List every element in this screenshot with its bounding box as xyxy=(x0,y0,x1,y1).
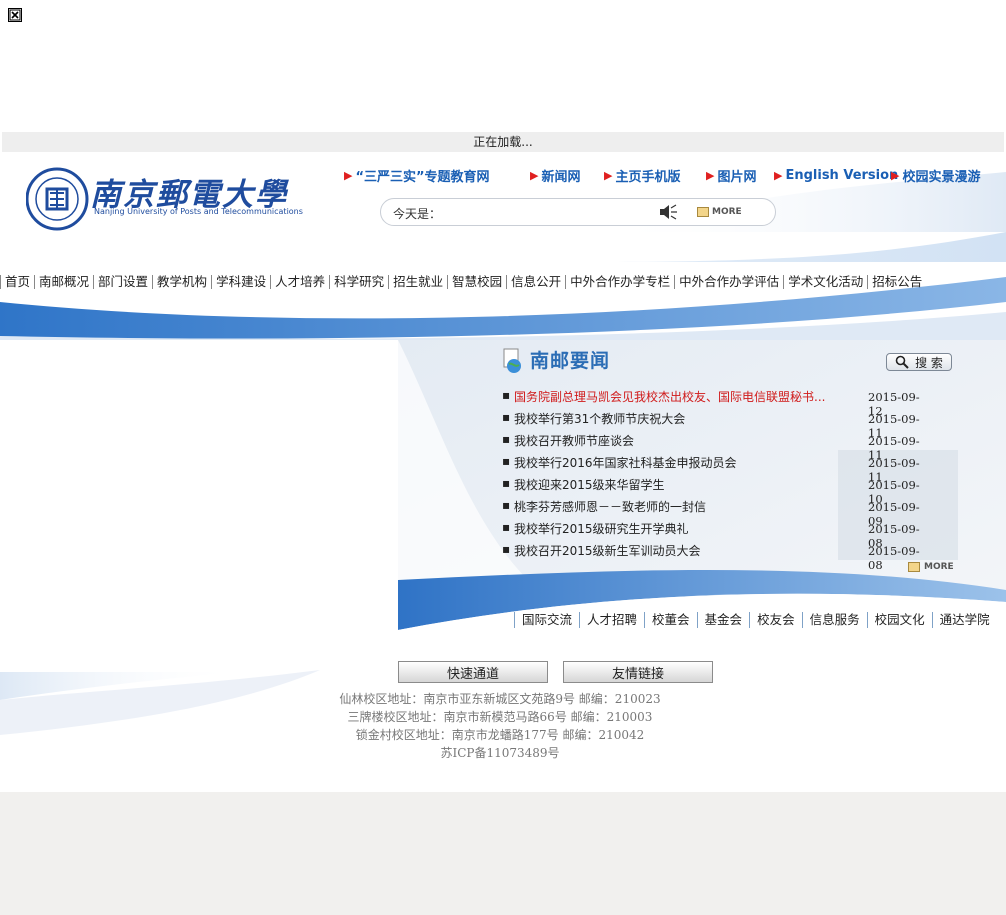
news-item[interactable]: ▪ 我校迎来2015级来华留学生 2015-09-10 xyxy=(502,476,932,506)
nav-info-disclosure[interactable]: 信息公开 xyxy=(506,275,565,289)
news-item[interactable]: ▪ 国务院副总理马凯会见我校杰出校友、国际电信联盟秘书... 2015-09-12 xyxy=(502,388,932,418)
news-item[interactable]: ▪ 我校举行2016年国家社科基金申报动员会 2015-09-11 xyxy=(502,454,932,484)
icp-number[interactable]: 苏ICP备11073489号 xyxy=(300,744,700,761)
quick-links-bar: 国际交流 人才招聘 校董会 基金会 校友会 信息服务 校园文化 通达学院 xyxy=(514,612,997,628)
friend-links-button[interactable]: 友情链接 xyxy=(563,661,713,683)
link-recruitment[interactable]: 人才招聘 xyxy=(579,612,644,628)
nav-talent-training[interactable]: 人才培养 xyxy=(270,275,329,289)
link-tongda-college[interactable]: 通达学院 xyxy=(931,612,997,628)
loading-indicator: 正在加载... xyxy=(2,132,1004,152)
speaker-icon[interactable] xyxy=(658,204,678,223)
nav-joint-program-evaluation[interactable]: 中外合作办学评估 xyxy=(674,275,783,289)
link-alumni[interactable]: 校友会 xyxy=(749,612,802,628)
top-link-special-education[interactable]: ▶ “三严三实”专题教育网 xyxy=(344,166,490,185)
news-item[interactable]: ▪ 我校举行2015级研究生开学典礼 2015-09-08 xyxy=(502,520,932,550)
nav-research[interactable]: 科学研究 xyxy=(329,275,388,289)
broken-image-icon xyxy=(8,8,22,22)
address-xianlin: 仙林校区地址：南京市亚东新城区文苑路9号 邮编：210023 xyxy=(339,692,661,706)
link-info-service[interactable]: 信息服务 xyxy=(801,612,867,628)
main-nav: 首页 南邮概况 部门设置 教学机构 学科建设 人才培养 科学研究 招生就业 智慧… xyxy=(0,272,926,292)
news-item[interactable]: ▪ 我校召开2015级新生军训动员大会 2015-09-08 xyxy=(502,542,932,572)
page-bottom-background xyxy=(0,792,1006,915)
top-link-campus-tour[interactable]: ▶ 校园实景漫游 xyxy=(891,166,980,185)
news-section-title: 南邮要闻 xyxy=(530,350,611,372)
link-international[interactable]: 国际交流 xyxy=(514,612,579,628)
link-campus-culture[interactable]: 校园文化 xyxy=(866,612,932,628)
triangle-icon: ▶ xyxy=(706,168,715,182)
nav-home[interactable]: 首页 xyxy=(0,275,34,289)
more-badge-icon xyxy=(697,207,709,217)
date-more-link[interactable]: MORE xyxy=(697,207,742,217)
university-logo[interactable]: 南京郵電大學 Nanjing University of Posts and T… xyxy=(25,167,303,233)
nav-about[interactable]: 南邮概况 xyxy=(34,275,93,289)
nav-disciplines[interactable]: 学科建设 xyxy=(211,275,270,289)
news-item[interactable]: ▪ 我校举行第31个教师节庆祝大会 2015-09-11 xyxy=(502,410,932,440)
triangle-icon: ▶ xyxy=(774,168,783,182)
top-link-news-site[interactable]: ▶ 新闻网 xyxy=(530,166,580,185)
address-sanpailou: 三牌楼校区地址：南京市新模范马路66号 邮编：210003 xyxy=(347,710,653,724)
triangle-icon: ▶ xyxy=(604,168,613,182)
nav-joint-program[interactable]: 中外合作办学专栏 xyxy=(565,275,674,289)
news-item[interactable]: ▪ 桃李芬芳感师恩－－致老师的一封信 2015-09-09 xyxy=(502,498,932,528)
triangle-icon: ▶ xyxy=(530,168,539,182)
nav-smart-campus[interactable]: 智慧校园 xyxy=(447,275,506,289)
news-more-link[interactable]: MORE xyxy=(908,562,954,572)
top-link-english-version[interactable]: ▶ English Version xyxy=(774,166,898,184)
news-search-button[interactable]: 搜 索 xyxy=(886,353,952,371)
quick-access-button[interactable]: 快速通道 xyxy=(398,661,548,683)
nav-teaching-units[interactable]: 教学机构 xyxy=(152,275,211,289)
logo-english-name: Nanjing University of Posts and Telecomm… xyxy=(94,207,303,216)
more-badge-icon xyxy=(908,562,920,572)
top-link-mobile-version[interactable]: ▶ 主页手机版 xyxy=(604,166,680,185)
nav-admissions[interactable]: 招生就业 xyxy=(388,275,447,289)
link-board[interactable]: 校董会 xyxy=(644,612,697,628)
nav-tender-notice[interactable]: 招标公告 xyxy=(867,275,926,289)
triangle-icon: ▶ xyxy=(891,168,900,182)
link-foundation[interactable]: 基金会 xyxy=(696,612,750,628)
top-link-photo-site[interactable]: ▶ 图片网 xyxy=(706,166,756,185)
news-globe-icon xyxy=(502,348,524,377)
news-item[interactable]: ▪ 我校召开教师节座谈会 2015-09-11 xyxy=(502,432,932,462)
triangle-icon: ▶ xyxy=(344,168,353,182)
address-suojincun: 锁金村校区地址：南京市龙蟠路177号 邮编：210042 xyxy=(355,728,645,742)
flash-banner-area xyxy=(0,340,398,672)
nav-departments[interactable]: 部门设置 xyxy=(93,275,152,289)
today-label: 今天是： xyxy=(393,207,442,221)
nav-academic-culture[interactable]: 学术文化活动 xyxy=(783,275,867,289)
magnifier-icon xyxy=(895,355,909,369)
